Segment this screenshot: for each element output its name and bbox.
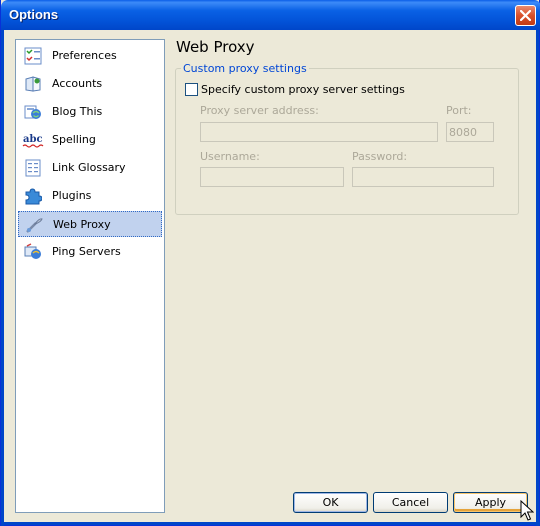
- password-field[interactable]: [352, 167, 494, 187]
- sidebar-item-web-proxy[interactable]: Web Proxy: [18, 211, 162, 237]
- puzzle-piece-icon: [25, 188, 42, 205]
- title-bar[interactable]: Options: [1, 0, 540, 30]
- apply-button[interactable]: Apply: [453, 492, 528, 513]
- window-frame-bottom: [1, 522, 540, 525]
- cancel-button[interactable]: Cancel: [373, 492, 448, 513]
- ok-button[interactable]: OK: [293, 492, 368, 513]
- link-glossary-icon: [25, 159, 41, 177]
- sidebar-item-blog-this[interactable]: Blog This: [18, 99, 162, 125]
- accounts-icon: [25, 76, 41, 92]
- password-label: Password:: [352, 150, 408, 163]
- sidebar-item-ping-servers[interactable]: Ping Servers: [18, 239, 162, 265]
- options-dialog: Options Preferences Accounts Blog This a…: [0, 0, 540, 526]
- group-legend: Custom proxy settings: [181, 62, 309, 75]
- close-icon: [520, 10, 531, 21]
- window-frame-left: [1, 30, 4, 526]
- sidebar-item-label: Spelling: [52, 133, 96, 146]
- sidebar-item-spelling[interactable]: abc Spelling: [18, 127, 162, 153]
- sidebar-item-accounts[interactable]: Accounts: [18, 71, 162, 97]
- sidebar-item-label: Ping Servers: [52, 245, 121, 258]
- sidebar-item-label: Link Glossary: [52, 161, 126, 174]
- options-sidebar: Preferences Accounts Blog This abc Spell…: [15, 39, 165, 513]
- spelling-abc-icon: abc: [22, 134, 44, 148]
- proxy-address-field[interactable]: [200, 122, 438, 142]
- sidebar-item-preferences[interactable]: Preferences: [18, 43, 162, 69]
- preferences-icon: [24, 47, 42, 65]
- port-field[interactable]: 8080: [446, 122, 494, 142]
- panel-title: Web Proxy: [176, 38, 255, 56]
- username-field[interactable]: [200, 167, 344, 187]
- web-proxy-icon: [26, 218, 43, 233]
- sidebar-item-label: Preferences: [52, 49, 117, 62]
- custom-proxy-checkbox[interactable]: [185, 83, 198, 96]
- port-label: Port:: [446, 104, 472, 117]
- sidebar-item-label: Blog This: [52, 105, 103, 118]
- sidebar-item-link-glossary[interactable]: Link Glossary: [18, 155, 162, 181]
- svg-text:abc: abc: [23, 134, 43, 145]
- sidebar-item-label: Accounts: [52, 77, 103, 90]
- custom-proxy-checkbox-label[interactable]: Specify custom proxy server settings: [201, 83, 405, 96]
- sidebar-item-plugins[interactable]: Plugins: [18, 183, 162, 209]
- proxy-address-label: Proxy server address:: [200, 104, 319, 117]
- ping-servers-icon: [24, 243, 41, 259]
- window-title: Options: [9, 7, 59, 22]
- mouse-pointer-icon: [520, 500, 534, 521]
- blog-this-icon: [24, 105, 41, 119]
- window-frame-right: [536, 30, 539, 526]
- sidebar-item-label: Plugins: [52, 189, 92, 202]
- close-button[interactable]: [515, 5, 536, 26]
- username-label: Username:: [200, 150, 260, 163]
- sidebar-item-label: Web Proxy: [53, 218, 111, 231]
